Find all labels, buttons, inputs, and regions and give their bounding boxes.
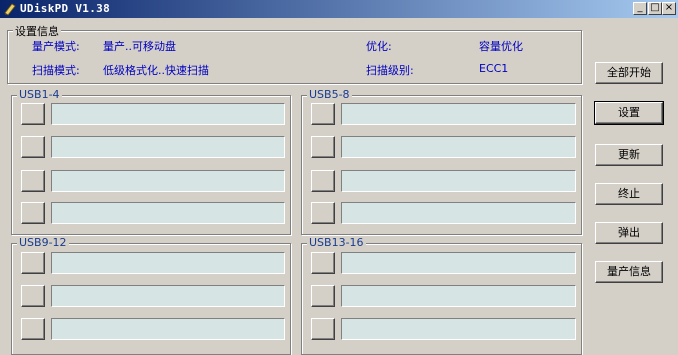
usb-group-13-16-legend: USB13-16 [307, 236, 366, 249]
scan-level-label: 扫描级别: [366, 64, 414, 77]
usb-port-status [51, 202, 285, 224]
usb-port-status [341, 170, 576, 192]
maximize-icon: □ [650, 2, 660, 13]
usb-port-button[interactable] [311, 170, 335, 192]
scan-mode-value: 低级格式化..快速扫描 [103, 64, 209, 77]
eject-button[interactable]: 弹出 [595, 222, 663, 244]
update-button[interactable]: 更新 [595, 144, 663, 166]
usb-port-status [341, 252, 576, 274]
scan-mode-label: 扫描模式: [32, 64, 80, 77]
app-icon [4, 3, 16, 16]
usb-port-status [51, 285, 285, 307]
usb-port-status [341, 136, 576, 158]
usb-group-5-8-legend: USB5-8 [307, 88, 352, 101]
usb-port-button[interactable] [311, 136, 335, 158]
usb-port-status [341, 318, 576, 340]
usb-port-button[interactable] [21, 103, 45, 125]
usb-port-button[interactable] [21, 202, 45, 224]
usb-port-button[interactable] [311, 103, 335, 125]
close-button[interactable]: × [662, 2, 676, 15]
close-icon: × [664, 2, 674, 13]
usb-port-status [51, 170, 285, 192]
usb-port-button[interactable] [21, 285, 45, 307]
optimize-value: 容量优化 [479, 40, 523, 53]
settings-button[interactable]: 设置 [594, 101, 664, 125]
usb-port-status [51, 252, 285, 274]
usb-group-9-12-legend: USB9-12 [17, 236, 69, 249]
window-title: UDiskPD V1.38 [20, 2, 110, 15]
mode-value: 量产..可移动盘 [103, 40, 176, 53]
start-all-button[interactable]: 全部开始 [595, 62, 663, 84]
usb-port-status [341, 103, 576, 125]
usb-port-button[interactable] [311, 285, 335, 307]
mode-label: 量产模式: [32, 40, 80, 53]
usb-port-button[interactable] [21, 170, 45, 192]
usb-port-button[interactable] [21, 318, 45, 340]
usb-port-button[interactable] [311, 252, 335, 274]
usb-port-button[interactable] [21, 252, 45, 274]
usb-port-button[interactable] [311, 318, 335, 340]
settings-info-legend: 设置信息 [13, 23, 61, 39]
title-bar: UDiskPD V1.38 _ □ × [0, 0, 678, 18]
usb-port-status [51, 318, 285, 340]
usb-port-status [51, 103, 285, 125]
usb-port-status [341, 202, 576, 224]
mp-info-button[interactable]: 量产信息 [595, 261, 663, 283]
usb-group-1-4-legend: USB1-4 [17, 88, 62, 101]
minimize-icon: _ [637, 2, 643, 13]
usb-port-status [341, 285, 576, 307]
maximize-button[interactable]: □ [648, 2, 662, 15]
minimize-button[interactable]: _ [633, 2, 647, 15]
scan-level-value: ECC1 [479, 62, 509, 75]
optimize-label: 优化: [366, 40, 392, 53]
usb-port-button[interactable] [311, 202, 335, 224]
stop-button[interactable]: 终止 [595, 183, 663, 205]
usb-port-status [51, 136, 285, 158]
usb-port-button[interactable] [21, 136, 45, 158]
